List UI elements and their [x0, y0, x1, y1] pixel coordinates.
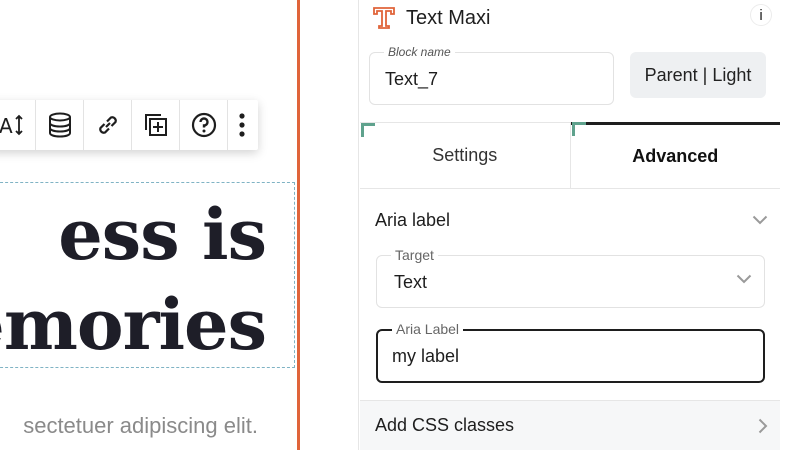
aria-label-field: Aria Label — [376, 321, 765, 383]
block-name-value: Text_7 — [385, 69, 439, 89]
help-button[interactable] — [180, 100, 228, 150]
text-size-icon: A — [0, 114, 23, 138]
aria-label-section-title: Aria label — [375, 209, 451, 230]
chevron-down-icon — [736, 274, 752, 284]
tab-advanced-label: Advanced — [632, 146, 719, 166]
link-icon — [98, 116, 117, 134]
aria-label-section-header[interactable]: Aria label — [360, 200, 780, 240]
target-value: Text — [394, 272, 428, 292]
duplicate-icon — [144, 114, 167, 136]
help-icon — [191, 112, 216, 138]
tab-advanced[interactable]: Advanced — [570, 122, 780, 188]
tab-corner-marker — [571, 122, 586, 136]
tab-settings[interactable]: Settings — [360, 122, 571, 188]
css-classes-section-title: Add CSS classes — [375, 415, 515, 435]
block-name-field[interactable]: Block name Text_7 — [369, 45, 614, 105]
text-maxi-icon — [373, 7, 395, 29]
link-button[interactable] — [84, 100, 132, 150]
css-classes-section-header[interactable]: Add CSS classes — [360, 400, 780, 450]
chevron-down-icon — [752, 215, 768, 225]
inspector-scroll-gutter — [780, 0, 800, 450]
text-size-button[interactable]: A — [0, 100, 36, 150]
more-options-button[interactable] — [228, 100, 256, 150]
inspector-header: Text Maxi — [372, 6, 490, 30]
selected-text-block[interactable]: ess is emories — [0, 182, 295, 368]
heading-text-line-2: emories — [0, 283, 267, 366]
dynamic-content-button[interactable] — [36, 100, 84, 150]
chevron-right-icon — [758, 418, 768, 433]
canvas-divider — [297, 0, 300, 450]
block-toolbar: A — [0, 100, 258, 150]
heading-text-line-1: ess is — [58, 193, 267, 276]
tab-settings-label: Settings — [432, 145, 498, 165]
inspector-tabs: Settings Advanced — [360, 122, 780, 189]
parent-light-button[interactable]: Parent | Light — [630, 52, 766, 98]
target-select[interactable]: Target Text — [376, 247, 765, 308]
aria-label-field-label: Aria Label — [392, 321, 464, 337]
target-label: Target — [391, 247, 438, 263]
tab-corner-marker — [361, 123, 375, 137]
block-name-label: Block name — [384, 45, 455, 59]
block-info-button[interactable]: i — [750, 4, 772, 26]
aria-label-input[interactable] — [392, 343, 752, 369]
editor-canvas: A ess is mories sectetuer adipiscing eli… — [0, 0, 298, 450]
database-icon — [48, 112, 71, 138]
duplicate-button[interactable] — [132, 100, 180, 150]
svg-text:A: A — [0, 114, 13, 138]
more-vertical-icon — [239, 113, 245, 137]
paragraph-text: sectetuer adipiscing elit. — [23, 413, 258, 438]
block-type-title: Text Maxi — [406, 6, 491, 29]
